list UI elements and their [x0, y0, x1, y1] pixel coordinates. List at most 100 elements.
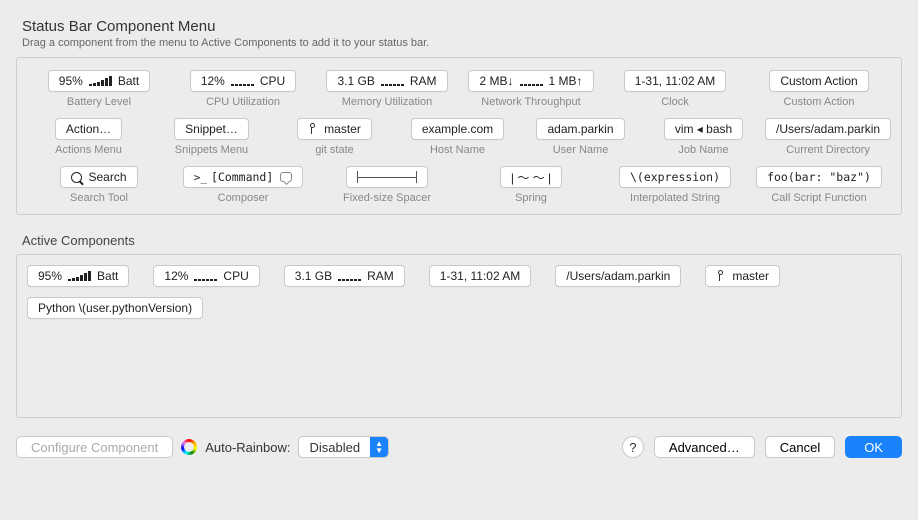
menu-caption: Clock: [661, 96, 689, 108]
prompt-icon: >_: [194, 171, 207, 184]
component-text: RAM: [410, 74, 437, 88]
menu-caption: Call Script Function: [771, 192, 866, 204]
menu-item-composer: >_ [Command] Composer: [171, 166, 315, 204]
auto-rainbow-select[interactable]: Disabled ▲▼: [298, 436, 389, 458]
component-text: 12%: [164, 269, 188, 283]
component-git-state[interactable]: master: [297, 118, 372, 140]
component-network-throughput[interactable]: 2 MB↓1 MB↑: [468, 70, 593, 92]
component-job-name[interactable]: vim ◂ bash: [664, 118, 743, 140]
cancel-button[interactable]: Cancel: [765, 436, 835, 458]
menu-caption: Composer: [218, 192, 269, 204]
component-cpu-utilization[interactable]: 12% CPU: [153, 265, 259, 287]
page-title: Status Bar Component Menu: [22, 18, 902, 35]
menu-item-host-name: example.com Host Name: [396, 118, 519, 156]
component-custom-action[interactable]: Custom Action: [769, 70, 868, 92]
component-interpolated-string[interactable]: \(expression): [619, 166, 731, 188]
menu-caption: Interpolated String: [630, 192, 720, 204]
component-menu-panel: 95%Batt Battery Level 12% CPU CPU Utilizatio…: [16, 57, 902, 215]
menu-item-snippets-menu: Snippet…Snippets Menu: [150, 118, 273, 156]
help-button[interactable]: ?: [622, 436, 644, 458]
component-text: adam.parkin: [547, 122, 613, 136]
component-text: Python \(user.pythonVersion): [38, 301, 192, 315]
component-actions-menu[interactable]: Action…: [55, 118, 122, 140]
component-cpu-utilization[interactable]: 12% CPU: [190, 70, 296, 92]
component-python-version[interactable]: Python \(user.pythonVersion): [27, 297, 203, 319]
menu-item-battery-level: 95%Batt Battery Level: [27, 70, 171, 108]
spacer-icon: [357, 171, 417, 183]
component-text: foo(bar: "baz"): [767, 170, 871, 184]
menu-item-cpu-utilization: 12% CPU CPU Utilization: [171, 70, 315, 108]
component-clock[interactable]: 1-31, 11:02 AM: [429, 265, 532, 287]
component-text: CPU: [223, 269, 248, 283]
component-text: Snippet…: [185, 122, 238, 136]
menu-item-current-directory: /Users/adam.parkinCurrent Directory: [765, 118, 891, 156]
component-battery-level[interactable]: 95% Batt: [27, 265, 129, 287]
component-text: CPU: [260, 74, 285, 88]
component-fixed-size-spacer[interactable]: [346, 166, 428, 188]
component-battery-level[interactable]: 95%Batt: [48, 70, 150, 92]
component-text: Action…: [66, 122, 111, 136]
menu-item-call-script-function: foo(bar: "baz") Call Script Function: [747, 166, 891, 204]
component-text: Batt: [97, 269, 118, 283]
advanced-button[interactable]: Advanced…: [654, 436, 755, 458]
menu-item-custom-action: Custom Action Custom Action: [747, 70, 891, 108]
component-memory-utilization[interactable]: 3.1 GB RAM: [326, 70, 447, 92]
component-text: 12%: [201, 74, 225, 88]
component-host-name[interactable]: example.com: [411, 118, 504, 140]
bars-icon: [338, 271, 361, 281]
component-current-directory[interactable]: /Users/adam.parkin: [555, 265, 681, 287]
menu-caption: Memory Utilization: [342, 96, 432, 108]
component-call-script-function[interactable]: foo(bar: "baz"): [756, 166, 882, 188]
component-text: 3.1 GB: [295, 269, 332, 283]
git-branch-icon: [308, 123, 318, 135]
component-user-name[interactable]: adam.parkin: [536, 118, 624, 140]
component-text: \(expression): [630, 170, 720, 184]
menu-item-spring: | ～ ～ |Spring: [459, 166, 603, 204]
component-text: /Users/adam.parkin: [566, 269, 670, 283]
component-memory-utilization[interactable]: 3.1 GB RAM: [284, 265, 405, 287]
menu-item-network-throughput: 2 MB↓1 MB↑Network Throughput: [459, 70, 603, 108]
menu-item-memory-utilization: 3.1 GB RAM Memory Utilization: [315, 70, 459, 108]
active-components-label: Active Components: [22, 233, 902, 248]
component-snippets-menu[interactable]: Snippet…: [174, 118, 249, 140]
menu-caption: Job Name: [678, 144, 728, 156]
speech-bubble-icon: [280, 172, 292, 182]
component-composer[interactable]: >_ [Command]: [183, 166, 304, 188]
menu-caption: Custom Action: [784, 96, 855, 108]
menu-item-fixed-size-spacer: Fixed-size Spacer: [315, 166, 459, 204]
component-text: [Command]: [211, 170, 273, 184]
configure-component-button[interactable]: Configure Component: [16, 436, 173, 458]
menu-item-interpolated-string: \(expression) Interpolated String: [603, 166, 747, 204]
menu-caption: Battery Level: [67, 96, 131, 108]
select-arrows-icon: ▲▼: [370, 437, 388, 457]
component-text: 3.1 GB: [337, 74, 374, 88]
menu-item-actions-menu: Action…Actions Menu: [27, 118, 150, 156]
component-spring[interactable]: | ～ ～ |: [500, 166, 562, 188]
menu-item-job-name: vim ◂ bash Job Name: [642, 118, 765, 156]
search-icon: [71, 172, 82, 183]
component-text: Custom Action: [780, 74, 857, 88]
active-components-panel[interactable]: 95% Batt 12% CPU 3.1 GB RAM 1-31, 11:02 AM/Use…: [16, 254, 902, 418]
component-text: master: [324, 122, 361, 136]
component-text: vim ◂ bash: [675, 122, 732, 136]
menu-caption: CPU Utilization: [206, 96, 280, 108]
component-text: 95%: [38, 269, 62, 283]
component-text: Batt: [118, 74, 139, 88]
component-clock[interactable]: 1-31, 11:02 AM: [624, 70, 727, 92]
page-subtitle: Drag a component from the menu to Active…: [22, 37, 902, 49]
component-text: 1 MB↑: [549, 74, 583, 88]
menu-item-clock: 1-31, 11:02 AM Clock: [603, 70, 747, 108]
bars-icon: [381, 76, 404, 86]
bars-icon: [231, 76, 254, 86]
ok-button[interactable]: OK: [845, 436, 902, 458]
menu-caption: User Name: [553, 144, 609, 156]
component-search-tool[interactable]: Search: [60, 166, 137, 188]
auto-rainbow-label: Auto-Rainbow:: [205, 440, 290, 455]
component-current-directory[interactable]: /Users/adam.parkin: [765, 118, 891, 140]
menu-caption: Host Name: [430, 144, 485, 156]
component-text: 1-31, 11:02 AM: [635, 74, 716, 88]
component-git-state[interactable]: master: [705, 265, 780, 287]
component-text: 1-31, 11:02 AM: [440, 269, 521, 283]
component-text: RAM: [367, 269, 394, 283]
component-text: | ～ ～ |: [511, 169, 551, 186]
